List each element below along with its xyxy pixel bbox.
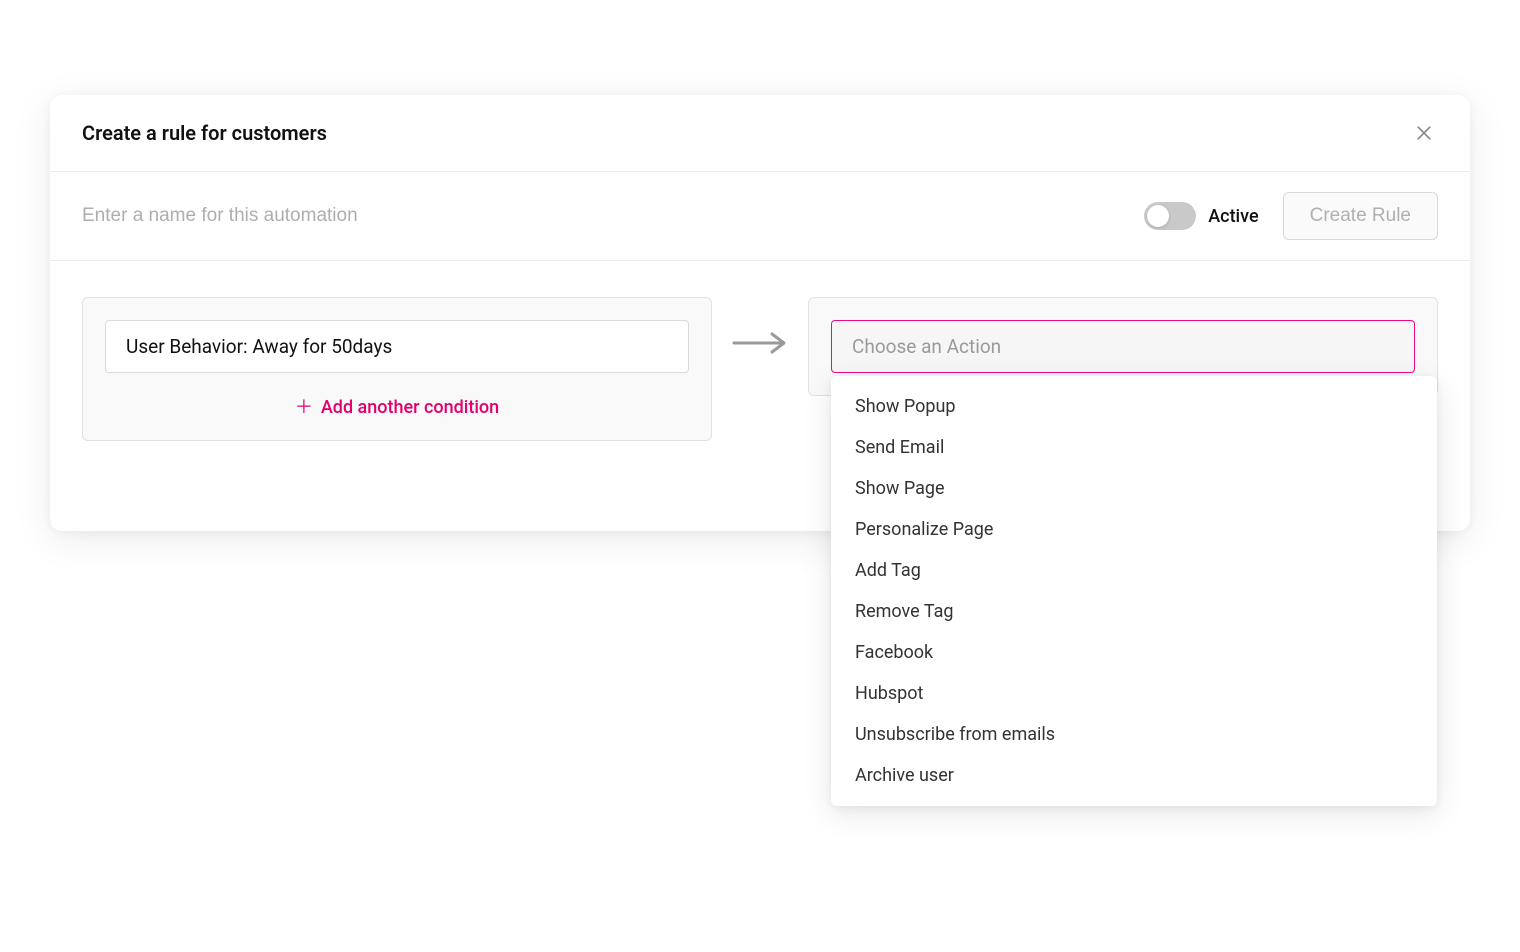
condition-field[interactable]: User Behavior: Away for 50days (105, 320, 689, 373)
create-rule-modal: Create a rule for customers Active Creat… (50, 95, 1470, 531)
add-condition-button[interactable]: ＋ Add another condition (105, 397, 689, 418)
action-option[interactable]: Personalize Page (831, 509, 1437, 550)
action-dropdown: Show Popup Send Email Show Page Personal… (831, 376, 1437, 806)
modal-header: Create a rule for customers (50, 95, 1470, 172)
action-option[interactable]: Archive user (831, 755, 1437, 796)
action-option[interactable]: Unsubscribe from emails (831, 714, 1437, 755)
active-toggle-label: Active (1208, 206, 1258, 227)
add-condition-label: Add another condition (321, 397, 499, 418)
action-option[interactable]: Send Email (831, 427, 1437, 468)
arrow-separator (732, 297, 788, 355)
active-toggle[interactable] (1144, 202, 1196, 230)
active-toggle-group: Active (1144, 202, 1258, 230)
close-button[interactable] (1410, 119, 1438, 147)
create-rule-button[interactable]: Create Rule (1283, 192, 1438, 240)
action-panel: Choose an Action Show Popup Send Email S… (808, 297, 1438, 396)
plus-icon: ＋ (295, 399, 313, 417)
action-option[interactable]: Show Page (831, 468, 1437, 509)
action-option[interactable]: Show Popup (831, 386, 1437, 427)
close-icon (1414, 123, 1434, 143)
modal-body: User Behavior: Away for 50days ＋ Add ano… (50, 261, 1470, 531)
action-option[interactable]: Add Tag (831, 550, 1437, 591)
condition-panel: User Behavior: Away for 50days ＋ Add ano… (82, 297, 712, 441)
modal-title: Create a rule for customers (82, 121, 327, 145)
action-select[interactable]: Choose an Action (831, 320, 1415, 373)
automation-name-input[interactable] (82, 205, 1120, 227)
action-option[interactable]: Remove Tag (831, 591, 1437, 632)
toolbar: Active Create Rule (50, 172, 1470, 261)
toggle-knob (1147, 205, 1169, 227)
action-option[interactable]: Facebook (831, 632, 1437, 673)
action-option[interactable]: Hubspot (831, 673, 1437, 714)
arrow-right-icon (732, 331, 788, 355)
